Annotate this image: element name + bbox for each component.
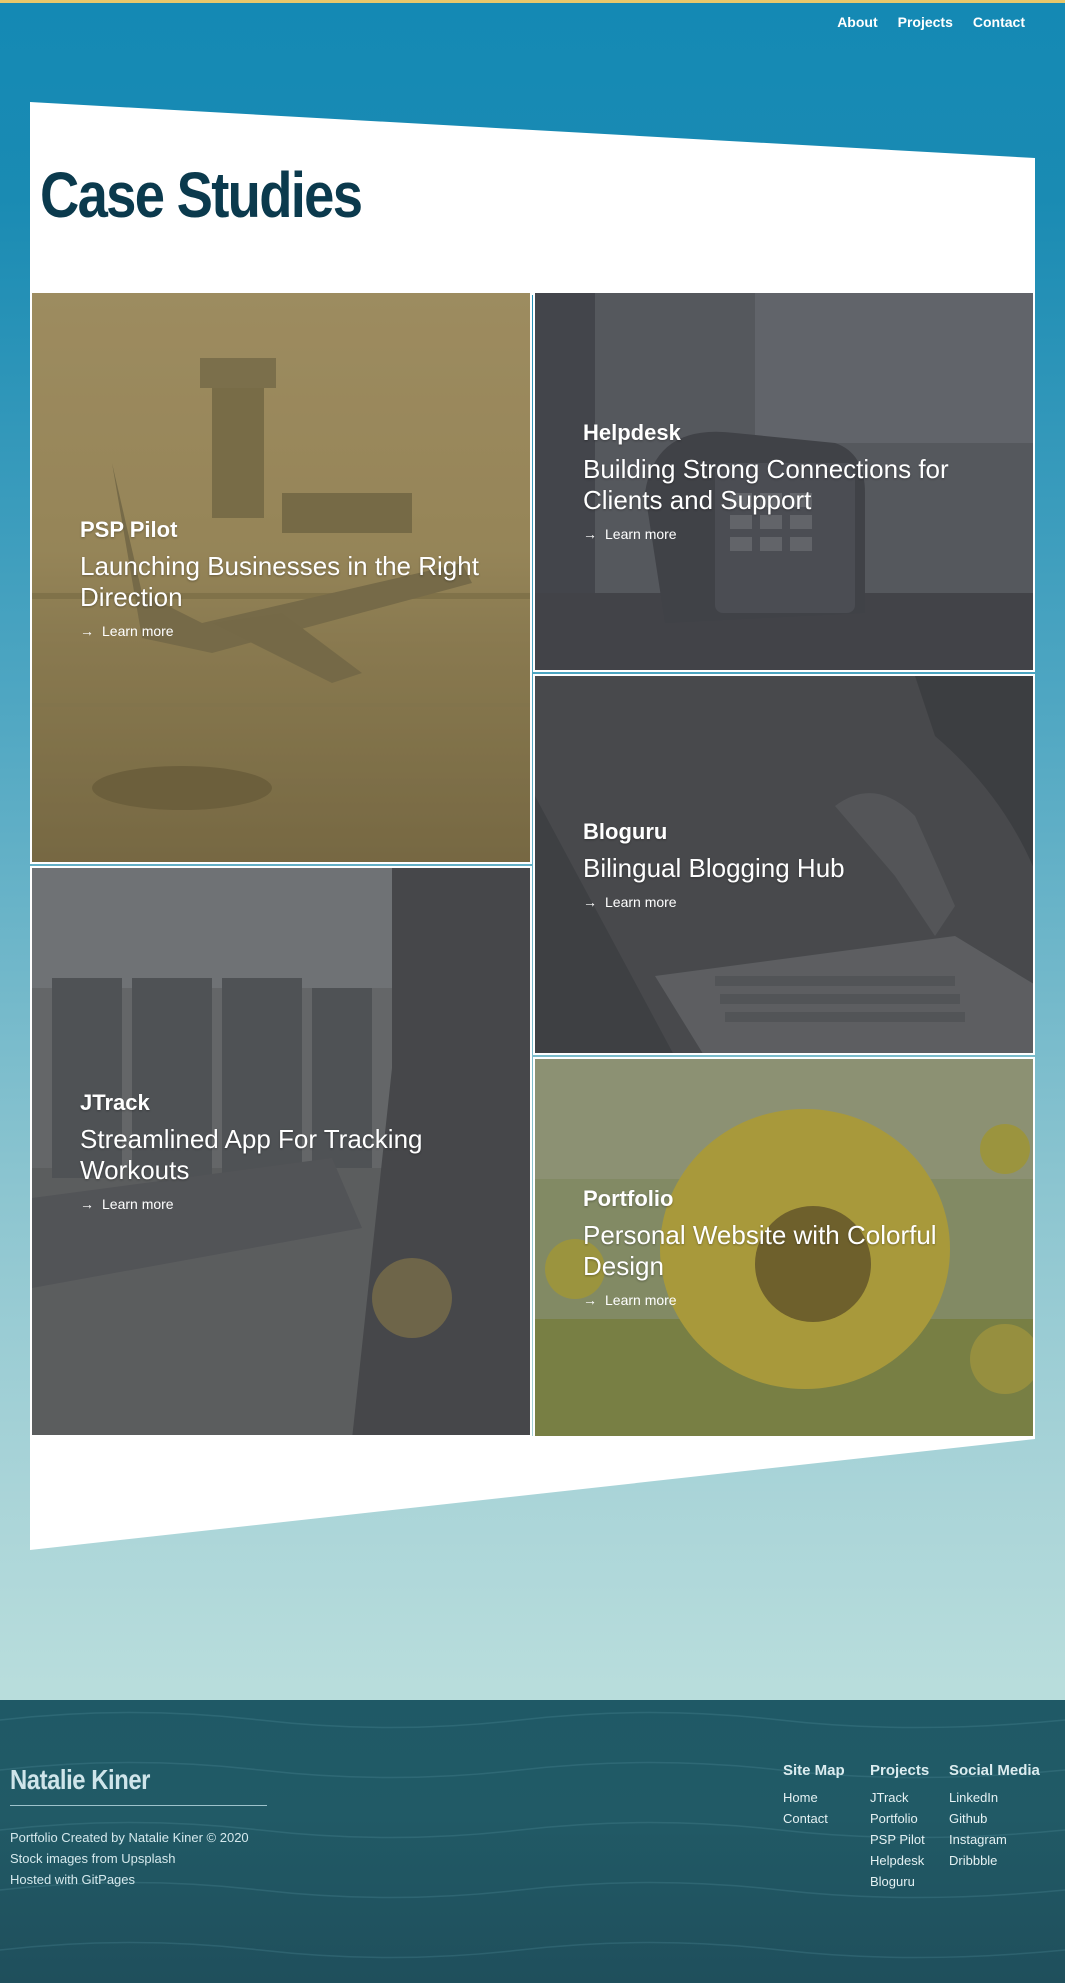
case-name: Portfolio	[583, 1186, 674, 1211]
case-name: Helpdesk	[583, 420, 681, 445]
arrow-right-icon: →	[80, 1196, 94, 1212]
footer-link-psp-pilot[interactable]: PSP Pilot	[870, 1829, 929, 1850]
footer-link-github[interactable]: Github	[949, 1808, 1040, 1829]
footer-link-instagram[interactable]: Instagram	[949, 1829, 1040, 1850]
case-card-content: Helpdesk Building Strong Connections for…	[583, 420, 1003, 542]
case-card-content: Bloguru Bilingual Blogging Hub → Learn m…	[583, 819, 1003, 910]
case-card-portfolio[interactable]: Portfolio Personal Website with Colorful…	[533, 1057, 1035, 1438]
case-name: JTrack	[80, 1090, 150, 1115]
top-accent-line	[0, 0, 1065, 3]
arrow-right-icon: →	[583, 1292, 597, 1308]
learn-more-link[interactable]: → Learn more	[583, 894, 1003, 910]
learn-more-link[interactable]: → Learn more	[583, 1292, 1003, 1308]
arrow-right-icon: →	[583, 526, 597, 542]
case-description: Bilingual Blogging Hub	[583, 853, 845, 883]
footer-images-credit: Stock images from Upsplash	[10, 1851, 176, 1866]
footer-link-portfolio[interactable]: Portfolio	[870, 1808, 929, 1829]
top-nav: About Projects Contact	[837, 14, 1025, 30]
nav-contact-link[interactable]: Contact	[973, 14, 1025, 30]
footer-link-home[interactable]: Home	[783, 1787, 845, 1808]
case-card-content: PSP Pilot Launching Businesses in the Ri…	[80, 517, 500, 639]
footer-sitemap: Site Map Home Contact	[783, 1762, 845, 1829]
case-card-content: JTrack Streamlined App For Tracking Work…	[80, 1090, 500, 1212]
footer-link-dribbble[interactable]: Dribbble	[949, 1850, 1040, 1871]
footer-link-linkedin[interactable]: LinkedIn	[949, 1787, 1040, 1808]
footer-sitemap-title: Site Map	[783, 1762, 845, 1779]
page-title: Case Studies	[40, 159, 363, 231]
case-description: Streamlined App For Tracking Workouts	[80, 1124, 423, 1185]
case-name: PSP Pilot	[80, 517, 178, 542]
footer-link-jtrack[interactable]: JTrack	[870, 1787, 929, 1808]
footer-projects: Projects JTrack Portfolio PSP Pilot Help…	[870, 1762, 929, 1892]
footer-link-bloguru[interactable]: Bloguru	[870, 1871, 929, 1892]
case-card-helpdesk[interactable]: Helpdesk Building Strong Connections for…	[533, 291, 1035, 672]
footer-divider	[10, 1805, 267, 1806]
learn-more-link[interactable]: → Learn more	[80, 623, 500, 639]
case-description: Launching Businesses in the Right Direct…	[80, 551, 479, 612]
learn-more-link[interactable]: → Learn more	[80, 1196, 500, 1212]
footer-info: Portfolio Created by Natalie Kiner © 202…	[10, 1827, 249, 1890]
footer-social: Social Media LinkedIn Github Instagram D…	[949, 1762, 1040, 1871]
footer-link-contact[interactable]: Contact	[783, 1808, 845, 1829]
nav-about-link[interactable]: About	[837, 14, 877, 30]
footer-projects-title: Projects	[870, 1762, 930, 1779]
footer-hosting: Hosted with GitPages	[10, 1872, 136, 1887]
arrow-right-icon: →	[80, 623, 94, 639]
learn-more-link[interactable]: → Learn more	[583, 526, 1003, 542]
case-name: Bloguru	[583, 819, 668, 844]
case-card-content: Portfolio Personal Website with Colorful…	[583, 1186, 1003, 1308]
arrow-right-icon: →	[583, 894, 597, 910]
footer-link-helpdesk[interactable]: Helpdesk	[870, 1850, 929, 1871]
site-footer: Natalie Kiner Portfolio Created by Natal…	[0, 1700, 1065, 1983]
case-studies-panel-bottom	[30, 1436, 1035, 1551]
footer-credit: Portfolio Created by Natalie Kiner © 202…	[10, 1830, 249, 1845]
case-card-bloguru[interactable]: Bloguru Bilingual Blogging Hub → Learn m…	[533, 674, 1035, 1055]
case-description: Building Strong Connections for Clients …	[583, 454, 949, 515]
case-description: Personal Website with Colorful Design	[583, 1220, 937, 1281]
nav-projects-link[interactable]: Projects	[898, 14, 953, 30]
footer-brand-name: Natalie Kiner	[10, 1764, 150, 1795]
footer-social-title: Social Media	[949, 1762, 1040, 1779]
case-card-psp-pilot[interactable]: PSP Pilot Launching Businesses in the Ri…	[30, 291, 532, 864]
case-card-jtrack[interactable]: JTrack Streamlined App For Tracking Work…	[30, 866, 532, 1437]
